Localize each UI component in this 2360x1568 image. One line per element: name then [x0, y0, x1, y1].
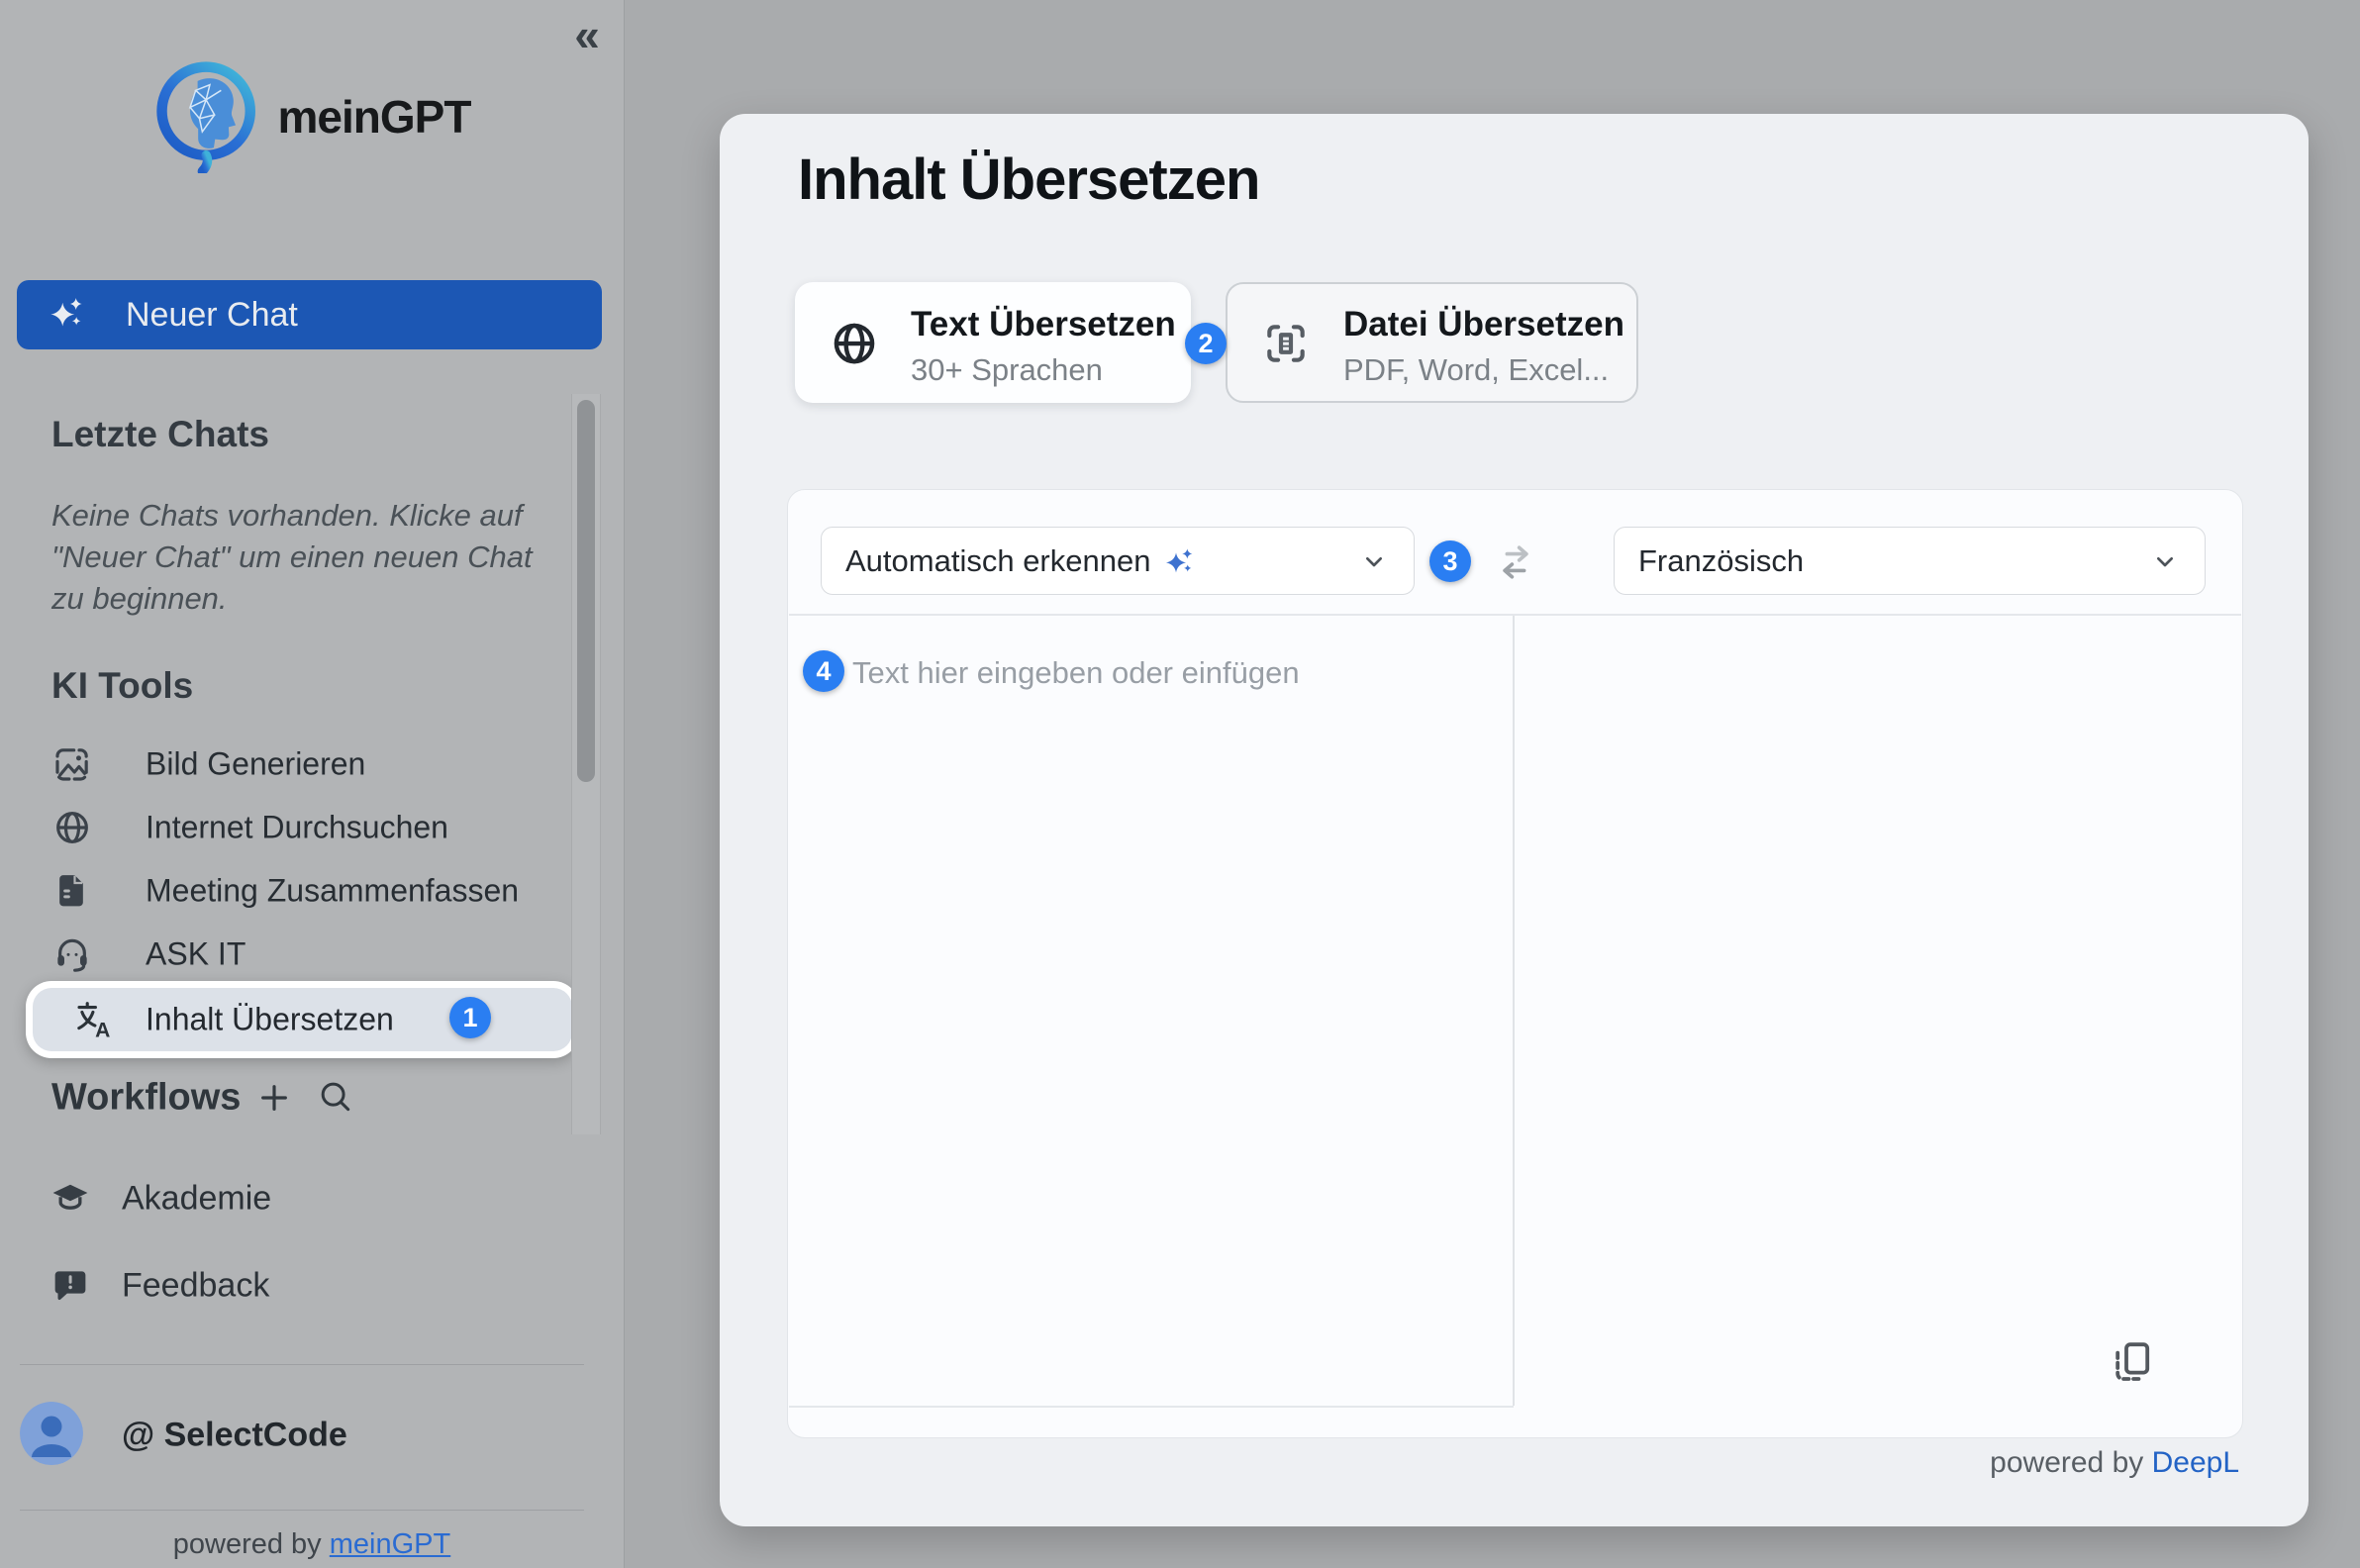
sidebar-item-bild-generieren[interactable]: Bild Generieren [0, 733, 624, 796]
powered-by-prefix: powered by [173, 1528, 330, 1560]
app-screen: « meinG [0, 0, 2360, 1568]
workflows-section: Workflows [0, 1075, 624, 1121]
workflows-heading: Workflows [51, 1077, 241, 1120]
globe-icon [830, 319, 879, 368]
search-icon [317, 1078, 354, 1116]
translate-icon: A [72, 998, 116, 1041]
sidebar-scrollbar-thumb[interactable] [577, 400, 595, 782]
sidebar-item-label: Feedback [122, 1267, 269, 1306]
headset-icon [52, 934, 92, 974]
source-language-dropdown[interactable]: Automatisch erkennen [821, 527, 1415, 595]
ki-tools-heading: KI Tools [51, 665, 193, 707]
tab-subtitle: 30+ Sprachen [911, 352, 1103, 388]
sidebar-powered-by: powered by meinGPT [0, 1528, 624, 1561]
active-item-pill: A Inhalt Übersetzen [33, 988, 572, 1051]
deepl-link[interactable]: DeepL [2152, 1446, 2239, 1479]
source-language-value: Automatisch erkennen [845, 543, 1150, 579]
tab-title: Text Übersetzen [911, 305, 1176, 344]
copy-icon [2109, 1339, 2156, 1387]
avatar [20, 1402, 83, 1465]
step-badge-2: 2 [1185, 323, 1227, 364]
recent-chats-empty-message: Keine Chats vorhanden. Klicke auf "Neuer… [51, 495, 558, 620]
step-badge-4: 4 [803, 650, 844, 692]
tab-subtitle: PDF, Word, Excel... [1343, 352, 1609, 388]
new-chat-label: Neuer Chat [126, 296, 298, 335]
brand-logo: meinGPT [0, 55, 624, 178]
deepl-attribution: powered by DeepL [1990, 1446, 2239, 1480]
swap-languages-button[interactable] [1493, 539, 1538, 585]
sidebar-item-akademie[interactable]: Akademie [0, 1176, 624, 1222]
feedback-icon [51, 1267, 89, 1305]
meingpt-logo-icon [153, 56, 264, 178]
source-column-bottom-border [789, 1406, 1514, 1408]
sidebar-item-label: ASK IT [146, 936, 246, 973]
meingpt-link[interactable]: meinGPT [330, 1528, 450, 1560]
brand-name: meinGPT [278, 90, 471, 144]
sidebar-item-ask-it[interactable]: ASK IT [0, 923, 624, 986]
recent-chats-heading: Letzte Chats [51, 414, 269, 455]
sidebar-item-meeting-zusammenfassen[interactable]: Meeting Zusammenfassen [0, 859, 624, 923]
collapse-chevrons-icon: « [574, 8, 600, 61]
sidebar-item-label: Inhalt Übersetzen [146, 1002, 394, 1038]
sidebar-item-internet-durchsuchen[interactable]: Internet Durchsuchen [0, 796, 624, 859]
page-title: Inhalt Übersetzen [798, 147, 1259, 213]
document-icon [52, 871, 92, 911]
sidebar-item-label: Meeting Zusammenfassen [146, 873, 519, 910]
globe-icon [52, 808, 92, 847]
sidebar-collapse-button[interactable]: « [560, 8, 614, 61]
sidebar-item-label: Bild Generieren [146, 746, 365, 783]
sidebar-scrollbar-track [571, 394, 601, 1134]
workflow-add-button[interactable] [254, 1078, 294, 1118]
plus-icon [254, 1078, 294, 1118]
sidebar-item-feedback[interactable]: Feedback [0, 1263, 624, 1309]
step-badge-3: 3 [1429, 540, 1471, 582]
sidebar-item-inhalt-uebersetzen[interactable]: A Inhalt Übersetzen [26, 981, 579, 1058]
panel-column-divider [1513, 616, 1515, 1406]
account-name: @ SelectCode [122, 1417, 347, 1455]
academy-cap-icon [51, 1180, 89, 1218]
swap-arrows-icon [1493, 539, 1538, 585]
new-chat-button[interactable]: Neuer Chat [17, 280, 602, 349]
source-text-input[interactable] [789, 616, 1512, 1406]
svg-text:A: A [95, 1020, 110, 1041]
step-badge-1: 1 [449, 997, 491, 1038]
sidebar-divider [20, 1510, 584, 1511]
powered-by-prefix: powered by [1990, 1446, 2151, 1479]
sidebar-item-label: Akademie [122, 1180, 271, 1219]
sparkles-icon [49, 294, 86, 337]
target-language-value: Französisch [1638, 543, 1804, 579]
chevron-down-icon [1358, 545, 1390, 577]
file-scan-icon [1261, 319, 1311, 368]
copy-result-button[interactable] [2109, 1339, 2156, 1387]
sidebar-item-label: Internet Durchsuchen [146, 810, 448, 846]
sidebar-divider [20, 1364, 584, 1365]
target-language-dropdown[interactable]: Französisch [1614, 527, 2206, 595]
tab-title: Datei Übersetzen [1343, 305, 1624, 344]
sparkles-icon [1164, 545, 1196, 577]
image-icon [52, 744, 92, 784]
chevron-down-icon [2149, 545, 2181, 577]
sidebar: « meinG [0, 0, 625, 1568]
account-row[interactable]: @ SelectCode [0, 1398, 624, 1473]
workflow-search-button[interactable] [317, 1078, 356, 1118]
